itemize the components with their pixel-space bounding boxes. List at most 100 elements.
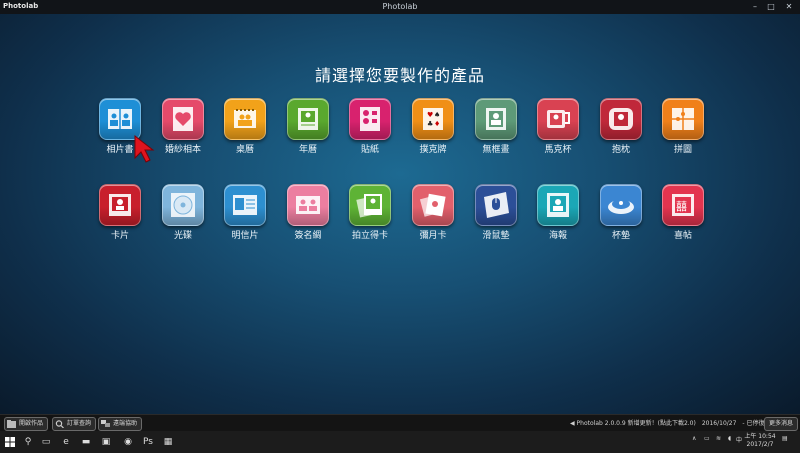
pillow-icon[interactable] xyxy=(600,98,642,140)
product-label: 光碟 xyxy=(173,231,192,241)
product-label: 海報 xyxy=(548,231,567,241)
news-ticker[interactable]: ◀ Photolab 2.0.0.9 新增更新！(點此下載2.0) 2016/1… xyxy=(570,418,779,430)
product-label: 馬克杯 xyxy=(544,145,572,155)
signature-silk-icon[interactable] xyxy=(287,184,329,226)
close-button[interactable]: ✕ xyxy=(782,1,796,13)
open-works-label: 開啟作品 xyxy=(19,420,44,427)
title-bar: Photolab Photolab – □ ✕ xyxy=(0,0,800,14)
product-tile-10[interactable]: 拼圖 xyxy=(656,98,710,160)
product-tile-15[interactable]: 拍立得卡 xyxy=(343,184,397,246)
store-icon[interactable]: ▣ xyxy=(98,434,114,450)
puzzle-icon[interactable] xyxy=(662,98,704,140)
more-info-button[interactable]: 更多消息 xyxy=(764,417,799,431)
tray-arrow-icon[interactable]: ∧ xyxy=(692,435,696,442)
product-label: 明信片 xyxy=(231,231,259,241)
product-label: 喜帖 xyxy=(673,231,692,241)
wedding-invitation-icon[interactable]: 囍 xyxy=(662,184,704,226)
product-selection-area: 請選擇您要製作的產品 相片書 婚紗相本 桌曆 年曆 貼紙 ♥ ♠ ♣ ♦ 撲克牌 無框畫 馬克杯 抱枕拼… xyxy=(0,14,800,414)
remote-support-button[interactable]: 遠端協助 xyxy=(98,417,143,431)
svg-text:囍: 囍 xyxy=(676,200,687,213)
product-tile-12[interactable]: 光碟 xyxy=(156,184,210,246)
product-label: 拼圖 xyxy=(673,145,692,155)
photolab-taskbar-icon[interactable]: ▦ xyxy=(160,434,176,450)
prev-arrow-icon[interactable]: ◀ xyxy=(570,420,575,427)
bottom-bar: 開啟作品 訂單查詢 遠端協助 ◀ Photolab 2.0.0.9 新增更新！(… xyxy=(0,414,800,431)
desk-calendar-icon[interactable] xyxy=(224,98,266,140)
frameless-painting-icon[interactable] xyxy=(475,98,517,140)
wall-calendar-icon[interactable] xyxy=(287,98,329,140)
product-tile-9[interactable]: 抱枕 xyxy=(594,98,648,160)
cd-icon[interactable] xyxy=(162,184,204,226)
windows-taskbar: ⚲ ▭ e ▬ ▣ ◉ Ps ▦ ∧ ▭ ≋ ◖ 中 上午 10:54 2017… xyxy=(0,431,800,453)
product-label: 彌月卡 xyxy=(419,231,447,241)
svg-text:♥: ♥ xyxy=(427,111,433,119)
remote-support-label: 遠端協助 xyxy=(113,420,138,427)
volume-icon[interactable]: ◖ xyxy=(728,435,731,442)
minimize-button[interactable]: – xyxy=(748,1,762,13)
news-text[interactable]: Photolab 2.0.0.9 新增更新！(點此下載2.0) 2016/10/… xyxy=(577,420,773,427)
file-explorer-icon[interactable]: ▬ xyxy=(78,434,94,450)
product-tile-7[interactable]: 無框畫 xyxy=(469,98,523,160)
folder-icon xyxy=(7,420,16,428)
window-title: Photolab xyxy=(382,2,418,11)
product-label: 年曆 xyxy=(298,145,317,155)
product-tile-20[interactable]: 囍喜帖 xyxy=(656,184,710,246)
product-label: 無框畫 xyxy=(482,145,510,155)
task-view-icon[interactable]: ▭ xyxy=(38,434,54,450)
battery-icon[interactable]: ▭ xyxy=(704,435,710,442)
postcard-icon[interactable] xyxy=(224,184,266,226)
heart-icon[interactable] xyxy=(162,98,204,140)
product-tile-13[interactable]: 明信片 xyxy=(218,184,272,246)
start-windows-icon[interactable] xyxy=(2,434,18,450)
page-title: 請選擇您要製作的產品 xyxy=(314,66,485,85)
system-clock[interactable]: 上午 10:54 2017/2/7 xyxy=(742,433,778,449)
maximize-button[interactable]: □ xyxy=(764,1,778,13)
baby-card-icon[interactable] xyxy=(412,184,454,226)
svg-text:♦: ♦ xyxy=(434,120,440,128)
product-label: 簽名綢 xyxy=(294,231,322,241)
product-tile-17[interactable]: 滑鼠墊 xyxy=(469,184,523,246)
photoshop-icon[interactable]: Ps xyxy=(140,434,156,450)
product-label: 貼紙 xyxy=(360,145,379,155)
clock-date: 2017/2/7 xyxy=(746,441,774,448)
product-label: 杯墊 xyxy=(611,231,630,241)
playing-cards-icon[interactable]: ♥ ♠ ♣ ♦ xyxy=(412,98,454,140)
product-label: 抱枕 xyxy=(611,145,630,155)
mouse-pad-icon[interactable] xyxy=(475,184,517,226)
svg-text:♣: ♣ xyxy=(427,120,433,128)
product-label: 滑鼠墊 xyxy=(482,231,510,241)
search-icon[interactable]: ⚲ xyxy=(20,434,36,450)
product-label: 拍立得卡 xyxy=(351,231,388,241)
mouse-cursor-icon xyxy=(134,134,155,163)
order-query-button[interactable]: 訂單查詢 xyxy=(52,417,97,431)
product-label: 婚紗相本 xyxy=(164,145,201,155)
edge-browser-icon[interactable]: e xyxy=(58,434,74,450)
svg-text:♠: ♠ xyxy=(434,111,440,119)
open-works-button[interactable]: 開啟作品 xyxy=(4,417,49,431)
sticker-icon[interactable] xyxy=(349,98,391,140)
card-icon[interactable] xyxy=(99,184,141,226)
product-tile-14[interactable]: 簽名綢 xyxy=(281,184,335,246)
notification-icon[interactable]: ▤ xyxy=(782,435,788,442)
product-label: 卡片 xyxy=(110,231,129,241)
product-tile-16[interactable]: 彌月卡 xyxy=(406,184,460,246)
product-tile-18[interactable]: 海報 xyxy=(531,184,585,246)
clock-time: 上午 10:54 xyxy=(744,433,776,440)
product-tile-4[interactable]: 年曆 xyxy=(281,98,335,160)
chrome-icon[interactable]: ◉ xyxy=(120,434,136,450)
product-tile-6[interactable]: ♥ ♠ ♣ ♦ 撲克牌 xyxy=(406,98,460,160)
instant-photo-icon[interactable] xyxy=(349,184,391,226)
magnifier-icon xyxy=(55,420,64,428)
coaster-icon[interactable] xyxy=(600,184,642,226)
mug-icon[interactable] xyxy=(537,98,579,140)
order-query-label: 訂單查詢 xyxy=(67,420,92,427)
product-tile-3[interactable]: 桌曆 xyxy=(218,98,272,160)
product-tile-5[interactable]: 貼紙 xyxy=(343,98,397,160)
poster-icon[interactable] xyxy=(537,184,579,226)
wifi-icon[interactable]: ≋ xyxy=(716,435,721,442)
product-tile-2[interactable]: 婚紗相本 xyxy=(156,98,210,160)
product-tile-19[interactable]: 杯墊 xyxy=(594,184,648,246)
remote-support-icon xyxy=(101,420,110,427)
product-tile-8[interactable]: 馬克杯 xyxy=(531,98,585,160)
product-tile-11[interactable]: 卡片 xyxy=(93,184,147,246)
